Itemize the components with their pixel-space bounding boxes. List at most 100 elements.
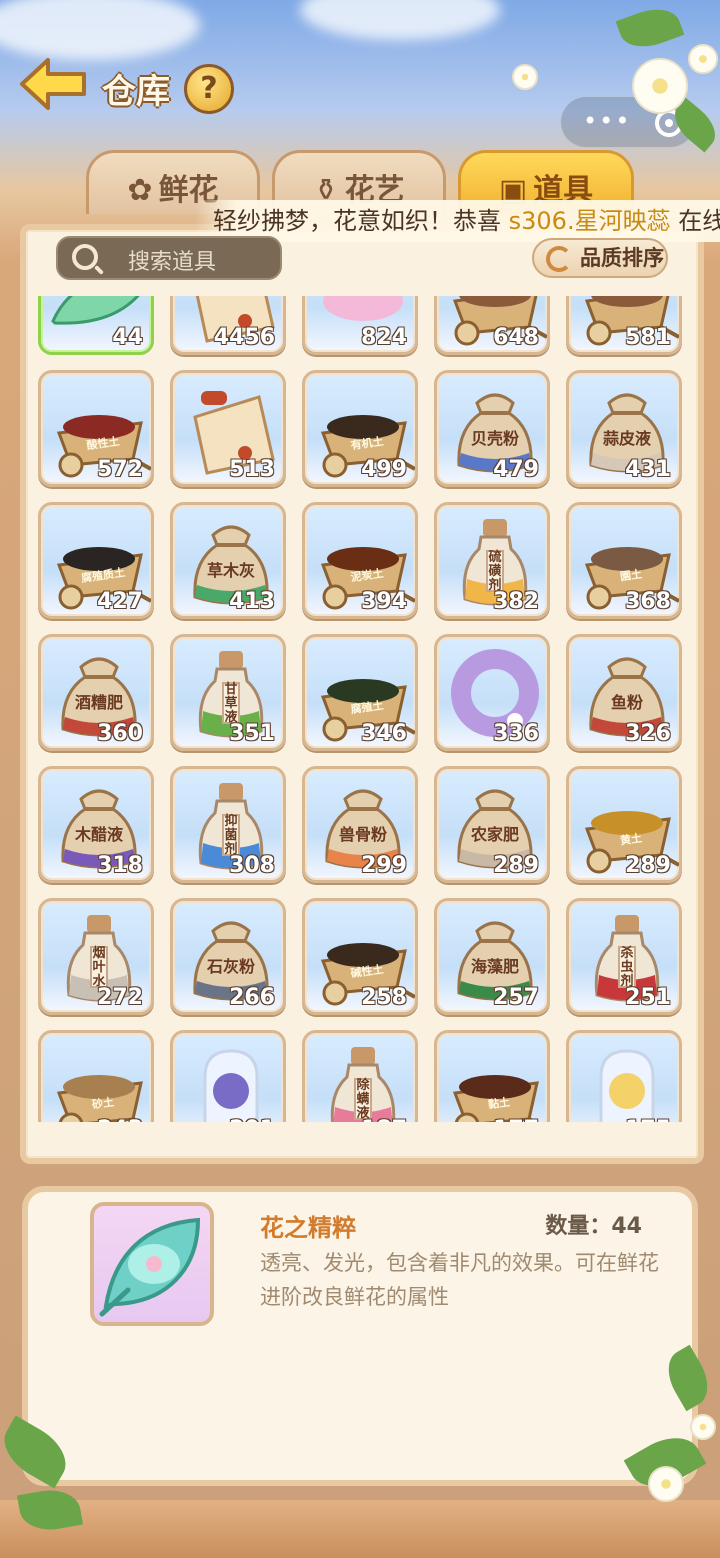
- item-slot[interactable]: 甘草液 351: [170, 634, 286, 751]
- item-count: 360: [97, 721, 143, 746]
- header: 仓库 ? •••: [0, 0, 720, 160]
- flower-decoration: [688, 44, 718, 74]
- item-count: 177: [493, 1117, 539, 1122]
- item-slot[interactable]: 黏土177: [434, 1030, 550, 1122]
- more-icon[interactable]: •••: [583, 107, 631, 135]
- item-count: 382: [493, 589, 539, 614]
- item-slot[interactable]: 園土 368: [566, 502, 682, 619]
- item-count: 326: [625, 721, 671, 746]
- item-grid: 44 4456 824 648 581 酸性土 572 513 有机土 499 贝壳粉 479 蒜皮液 4…: [38, 296, 684, 1122]
- item-count: 336: [493, 721, 539, 746]
- item-count: 266: [229, 985, 275, 1010]
- item-slot[interactable]: 581: [566, 296, 682, 355]
- item-slot[interactable]: 除螨液187: [302, 1030, 418, 1122]
- quality-sort-button[interactable]: 品质排序: [532, 238, 668, 278]
- footer-bar: [0, 1500, 720, 1558]
- item-count: 44: [112, 325, 143, 350]
- item-slot[interactable]: 蒜皮液 431: [566, 370, 682, 487]
- item-count: 431: [625, 457, 671, 482]
- item-label: 贝壳粉: [470, 429, 519, 448]
- item-count: 648: [493, 325, 539, 350]
- item-count: 272: [97, 985, 143, 1010]
- item-slot[interactable]: 513: [170, 370, 286, 487]
- item-slot[interactable]: 砂土243: [38, 1030, 154, 1122]
- item-label: 海藻肥: [470, 957, 519, 976]
- item-name: 花之精粹: [260, 1214, 356, 1242]
- essence-leaf-icon: [99, 1217, 201, 1317]
- item-slot[interactable]: 黄土 289: [566, 766, 682, 883]
- item-slot[interactable]: 抑菌剂 308: [170, 766, 286, 883]
- item-slot[interactable]: 336: [434, 634, 550, 751]
- item-slot[interactable]: 648: [434, 296, 550, 355]
- item-label: 农家肥: [470, 825, 519, 844]
- item-label: 杀虫剂: [620, 946, 634, 989]
- item-slot[interactable]: 腐殖质土 427: [38, 502, 154, 619]
- item-slot[interactable]: 碱性土 258: [302, 898, 418, 1015]
- marquee-highlight: s306.星河映蕊: [508, 207, 671, 235]
- item-count: 175: [625, 1117, 671, 1122]
- item-slot[interactable]: 海藻肥 257: [434, 898, 550, 1015]
- item-count: 572: [97, 457, 143, 482]
- item-slot[interactable]: 有机土 499: [302, 370, 418, 487]
- back-button[interactable]: [18, 56, 90, 112]
- item-slot[interactable]: 鱼粉 326: [566, 634, 682, 751]
- item-slot[interactable]: 木醋液 318: [38, 766, 154, 883]
- item-label: 抑菌剂: [224, 814, 238, 857]
- item-count: 513: [229, 457, 275, 482]
- page-title: 仓库: [102, 72, 170, 112]
- item-label: 鱼粉: [610, 693, 643, 712]
- item-label: 甘草液: [224, 682, 238, 725]
- item-slot[interactable]: 44: [38, 296, 154, 355]
- item-slot[interactable]: 175: [566, 1030, 682, 1122]
- item-slot[interactable]: 泥炭土 394: [302, 502, 418, 619]
- item-slot[interactable]: 草木灰 413: [170, 502, 286, 619]
- item-count: 299: [361, 853, 407, 878]
- item-slot[interactable]: 石灰粉 266: [170, 898, 286, 1015]
- item-count: 346: [361, 721, 407, 746]
- item-description: 透亮、发光，包含着非凡的效果。可在鲜花进阶改良鲜花的属性: [260, 1251, 659, 1309]
- item-label: 木醋液: [74, 825, 123, 844]
- item-count: 318: [97, 853, 143, 878]
- sort-label: 品质排序: [580, 246, 664, 270]
- item-slot[interactable]: 酸性土 572: [38, 370, 154, 487]
- item-slot[interactable]: 杀虫剂 251: [566, 898, 682, 1015]
- item-slot[interactable]: 硫磺剂 382: [434, 502, 550, 619]
- item-count: 4456: [213, 325, 275, 350]
- search-input[interactable]: 搜索道具: [56, 236, 282, 280]
- item-count: 201: [229, 1117, 275, 1122]
- item-count: 289: [625, 853, 671, 878]
- item-slot[interactable]: 824: [302, 296, 418, 355]
- announcement-marquee: 轻纱拂梦，花意如织！恭喜 s306.星河映蕊 在线: [195, 200, 720, 242]
- quantity-value: 44: [611, 1214, 642, 1239]
- item-slot[interactable]: 农家肥 289: [434, 766, 550, 883]
- item-slot[interactable]: 兽骨粉 299: [302, 766, 418, 883]
- item-count: 479: [493, 457, 539, 482]
- item-grid-viewport[interactable]: 44 4456 824 648 581 酸性土 572 513 有机土 499 贝壳粉 479 蒜皮液 4…: [38, 296, 684, 1122]
- item-quantity: 数量：44: [545, 1208, 642, 1240]
- help-button[interactable]: ?: [184, 64, 234, 114]
- item-count: 308: [229, 853, 275, 878]
- item-count: 368: [625, 589, 671, 614]
- item-count: 251: [625, 985, 671, 1010]
- item-label: 兽骨粉: [338, 825, 387, 844]
- item-count: 351: [229, 721, 275, 746]
- item-label: 石灰粉: [206, 957, 255, 976]
- item-slot[interactable]: 酒糟肥 360: [38, 634, 154, 751]
- item-slot[interactable]: 201: [170, 1030, 286, 1122]
- item-count: 394: [361, 589, 407, 614]
- item-count: 581: [625, 325, 671, 350]
- search-placeholder: 搜索道具: [128, 250, 217, 275]
- item-slot[interactable]: 腐殖土 346: [302, 634, 418, 751]
- search-icon: [72, 244, 98, 270]
- refresh-icon: [546, 246, 572, 272]
- item-count: 187: [361, 1117, 407, 1122]
- flower-decoration: [690, 1414, 716, 1440]
- marquee-text: 轻纱拂梦，花意如织！恭喜: [213, 207, 509, 235]
- item-icon: [599, 1049, 655, 1122]
- item-slot[interactable]: 烟叶水 272: [38, 898, 154, 1015]
- item-label: 烟叶水: [92, 946, 106, 989]
- quantity-label: 数量：: [545, 1214, 612, 1239]
- item-slot[interactable]: 4456: [170, 296, 286, 355]
- item-slot[interactable]: 贝壳粉 479: [434, 370, 550, 487]
- flower-decoration: [632, 58, 688, 114]
